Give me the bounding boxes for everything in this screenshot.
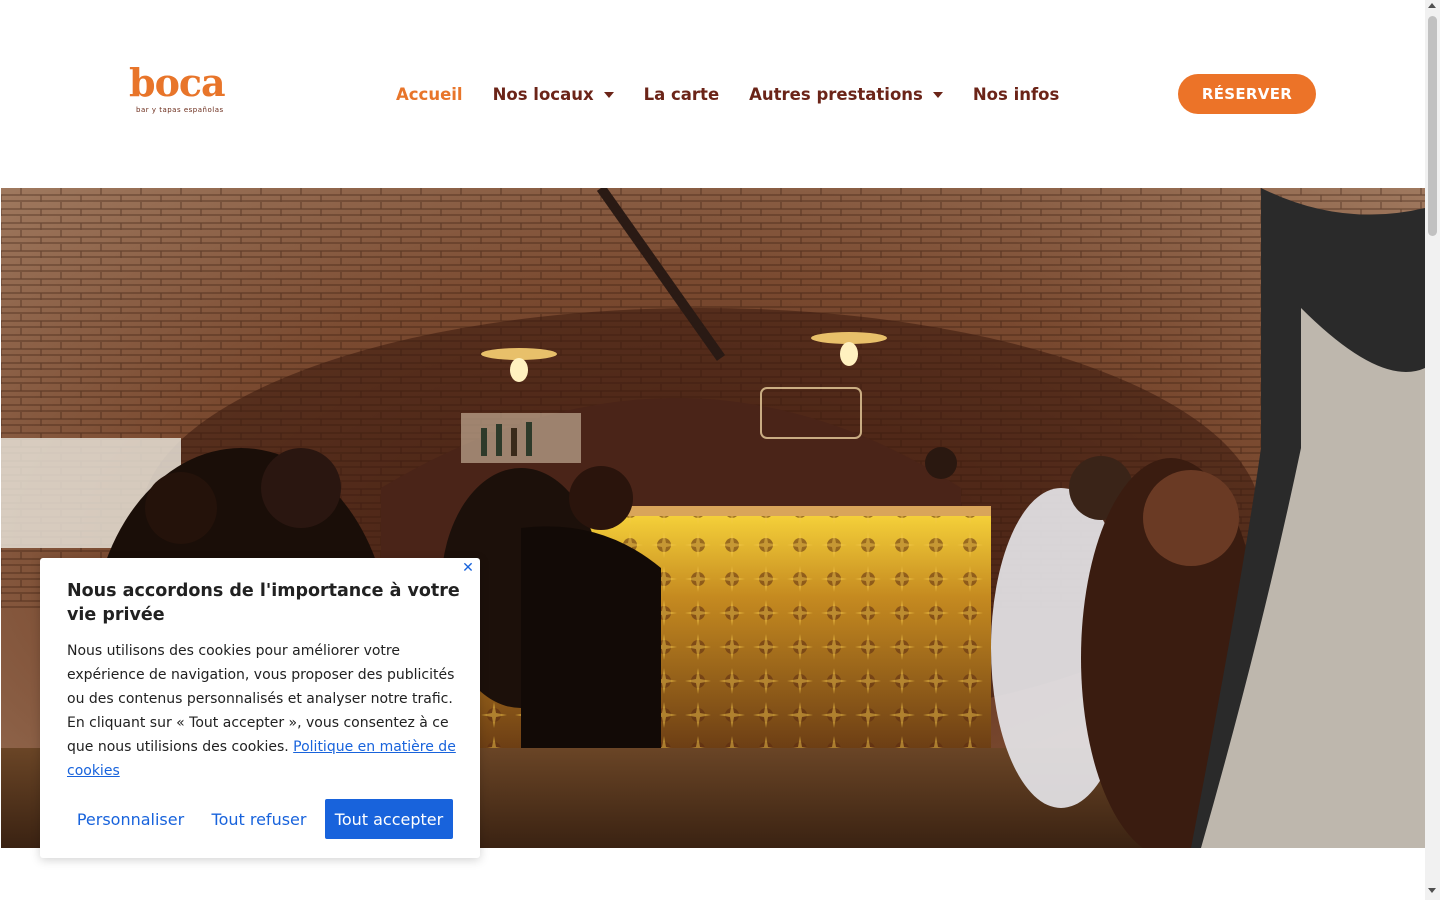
reject-all-button[interactable]: Tout refuser xyxy=(203,799,315,839)
logo-wordmark: boca xyxy=(129,60,226,105)
cookie-body: Nous utilisons des cookies pour améliore… xyxy=(67,639,462,783)
close-icon[interactable]: ✕ xyxy=(460,560,476,576)
chevron-down-icon xyxy=(932,92,943,98)
reserve-button[interactable]: RÉSERVER xyxy=(1178,74,1316,114)
nav-item-nos-infos[interactable]: Nos infos xyxy=(973,85,1059,104)
accept-all-button[interactable]: Tout accepter xyxy=(325,799,453,839)
customize-button[interactable]: Personnaliser xyxy=(67,799,194,839)
chevron-down-icon xyxy=(603,92,614,98)
scroll-up-arrow-icon[interactable] xyxy=(1428,3,1436,8)
nav-item-label: Nos infos xyxy=(972,84,1060,104)
page: boca bar y tapas españolas Accueil Nos l… xyxy=(0,0,1425,900)
page-scrollbar[interactable] xyxy=(1425,0,1440,900)
nav-item-la-carte[interactable]: La carte xyxy=(644,85,720,104)
nav-item-label: Accueil xyxy=(396,84,463,104)
scroll-down-arrow-icon[interactable] xyxy=(1428,888,1436,893)
nav-item-accueil[interactable]: Accueil xyxy=(396,85,463,104)
nav-item-autres-prestations[interactable]: Autres prestations xyxy=(749,85,943,104)
scrollbar-thumb[interactable] xyxy=(1428,16,1437,236)
main-nav: Accueil Nos locaux La carte Autres prest… xyxy=(396,81,1089,107)
nav-item-label: La carte xyxy=(643,84,720,104)
nav-item-label: Autres prestations xyxy=(749,84,923,104)
logo[interactable]: boca bar y tapas españolas xyxy=(129,64,229,120)
cookie-title: Nous accordons de l'importance à votre v… xyxy=(67,581,460,625)
nav-item-nos-locaux[interactable]: Nos locaux xyxy=(493,85,614,104)
logo-tagline: bar y tapas españolas xyxy=(136,106,224,114)
site-header: boca bar y tapas españolas Accueil Nos l… xyxy=(0,0,1425,188)
nav-item-label: Nos locaux xyxy=(492,84,594,104)
cookie-consent-banner: ✕ Nous accordons de l'importance à votre… xyxy=(40,558,480,858)
